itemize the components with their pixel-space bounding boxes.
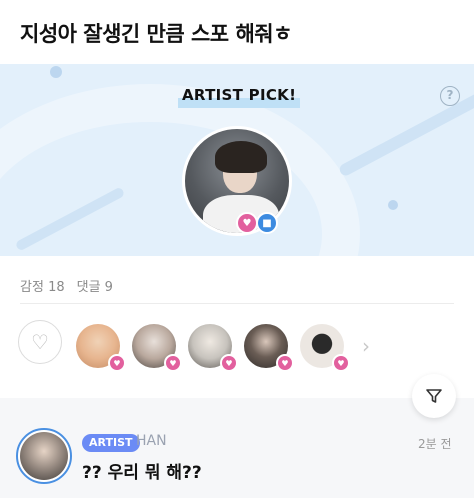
comment-author-avatar[interactable] <box>16 428 72 484</box>
artist-pick-label-bold: ARTIST <box>182 86 244 104</box>
heart-icon: ♥ <box>276 354 294 372</box>
banner-decoration <box>388 200 398 210</box>
comment-text: ?? 우리 뭐 해?? <box>82 463 202 483</box>
emotion-label: 감정 <box>20 280 44 295</box>
reactor-avatar[interactable]: ♥ <box>188 324 238 372</box>
artist-pick-label-rest: PICK! <box>243 86 297 104</box>
post-stats: 감정 18 댓글 9 <box>20 276 113 295</box>
chat-icon: ■ <box>256 212 278 234</box>
heart-icon: ♥ <box>332 354 350 372</box>
artist-badge: ARTIST <box>82 434 140 452</box>
comment-timestamp: 2분 전 <box>418 437 452 451</box>
artist-pick-label: ARTIST PICK! <box>178 86 301 108</box>
heart-icon: ♥ <box>220 354 238 372</box>
avatar-hair <box>215 141 267 173</box>
chevron-right-icon[interactable]: › <box>362 334 370 358</box>
heart-icon: ♥ <box>108 354 126 372</box>
reactor-avatar[interactable]: ♥ <box>132 324 182 372</box>
comment-label: 댓글 <box>76 280 101 295</box>
post-title: 지성아 잘생긴 만큼 스포 해줘ㅎ <box>20 22 292 46</box>
banner-decoration <box>50 66 62 78</box>
help-icon[interactable]: ? <box>440 86 460 106</box>
reactions-row: ♡ ♥ ♥ ♥ ♥ ♥ › <box>0 318 474 374</box>
avatar-image <box>20 432 68 480</box>
filter-button[interactable] <box>412 374 456 418</box>
divider <box>20 303 454 304</box>
emotion-stat[interactable]: 감정 18 <box>20 276 65 295</box>
comment-stat[interactable]: 댓글 9 <box>77 276 113 295</box>
artist-pick-banner: ARTIST PICK! ? ♥ ■ <box>0 64 474 256</box>
heart-icon: ♥ <box>164 354 182 372</box>
reactor-avatar[interactable]: ♥ <box>76 324 126 372</box>
like-button[interactable]: ♡ <box>18 320 62 364</box>
comment-count: 9 <box>104 280 113 295</box>
comment-author-name[interactable]: HAN <box>136 433 167 449</box>
reactor-avatar[interactable]: ♥ <box>300 324 350 372</box>
heart-icon: ♥ <box>236 212 258 234</box>
filter-icon <box>426 389 442 403</box>
emotion-count: 18 <box>48 280 65 295</box>
reactor-avatar[interactable]: ♥ <box>244 324 294 372</box>
